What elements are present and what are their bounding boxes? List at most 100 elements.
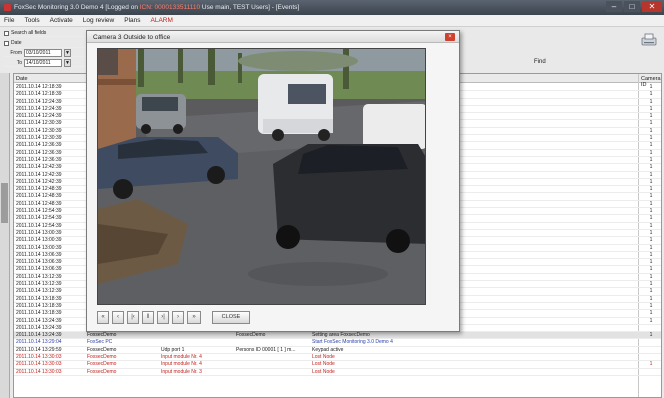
date-checkbox[interactable] <box>4 40 9 46</box>
camera-id-cell: 1 <box>649 142 653 149</box>
date-cell: 2011.10.14 13:12:39 <box>16 273 62 280</box>
user-cell: FoxsecDemo <box>87 353 117 360</box>
camera-id-cell: 1 <box>649 91 653 98</box>
table-row[interactable]: 2011.10.14 13:30:03 FoxsecDemo Input modul… <box>14 368 661 376</box>
scroll-thumb[interactable] <box>1 183 8 223</box>
event-cell: Setting area FoxsecDemo <box>312 332 370 339</box>
menu-plans[interactable]: Plans <box>124 17 140 24</box>
app-icon <box>4 4 11 11</box>
to-date-field[interactable]: 14/10/2011 <box>24 59 62 68</box>
date-cell: 2011.10.14 13:00:39 <box>16 229 62 236</box>
date-cell: 2011.10.14 12:18:39 <box>16 84 62 90</box>
table-row[interactable]: 2011.10.14 13:30:03 FoxsecDemo Input modul… <box>14 361 661 369</box>
column-date[interactable]: Date <box>16 76 28 82</box>
maximize-icon[interactable]: □ <box>624 1 640 12</box>
date-cell: 2011.10.14 12:36:39 <box>16 142 62 149</box>
date-cell: 2011.10.14 12:30:39 <box>16 120 62 127</box>
table-row[interactable]: 2011.10.14 13:29:04 FoxSec PC Start FoxSec… <box>14 339 661 347</box>
close-button[interactable]: CLOSE <box>212 310 250 324</box>
date-cell: 2011.10.14 12:48:39 <box>16 200 62 207</box>
to-label: To <box>16 59 22 66</box>
camera-id-cell: 1 <box>649 164 653 171</box>
date-group-label: Date <box>11 40 22 47</box>
title-bar: FoxSec Monitoring 3.0 Demo 4 [Logged on … <box>0 0 664 15</box>
date-cell: 2011.10.14 12:48:39 <box>16 193 62 200</box>
menu-tools[interactable]: Tools <box>24 17 39 24</box>
date-cell: 2011.10.14 13:18:39 <box>16 295 62 302</box>
pause-button[interactable]: ‖ <box>142 310 154 324</box>
forward-button[interactable]: › <box>172 310 184 324</box>
date-cell: 2011.10.14 13:24:39 <box>16 317 62 324</box>
camera-id-cell: 1 <box>649 127 653 134</box>
event-cell: Lost Node <box>312 353 335 360</box>
camera-id-cell: 1 <box>649 149 653 156</box>
date-cell: 2011.10.14 13:18:39 <box>16 310 62 317</box>
date-cell: 2011.10.14 13:12:39 <box>16 281 62 288</box>
scanner-icon[interactable] <box>640 32 658 48</box>
menu-alarm[interactable]: ALARM <box>151 17 173 24</box>
find-label: Find <box>534 59 546 65</box>
from-dropdown-icon[interactable]: ▼ <box>64 48 71 57</box>
dialog-close-icon[interactable]: × <box>445 33 455 41</box>
table-row[interactable]: 2011.10.14 13:24:39 FoxsecDemo FoxsecDemo S… <box>14 332 661 340</box>
title-suffix: Use main, TEST Users] - [Events] <box>201 4 300 11</box>
unit-cell: Input module Nr. 3 <box>161 368 202 375</box>
find-bar: Find <box>460 56 660 68</box>
camera-id-cell: 1 <box>649 105 653 112</box>
date-cell: 2011.10.14 13:00:39 <box>16 237 62 244</box>
date-cell: 2011.10.14 13:06:39 <box>16 251 62 258</box>
search-all-checkbox[interactable] <box>4 30 9 36</box>
camera-id-cell: 1 <box>649 215 653 222</box>
date-cell: 2011.10.14 13:06:39 <box>16 259 62 266</box>
dialog-title: Camera 3 Outside to office <box>93 33 171 41</box>
prev-frame-button[interactable]: |‹ <box>127 310 139 324</box>
window-buttons: – □ ✕ <box>606 1 662 12</box>
menu-file[interactable]: File <box>4 17 14 24</box>
user-cell: FoxSec PC <box>87 339 113 346</box>
date-cell: 2011.10.14 12:48:39 <box>16 186 62 193</box>
dialog-title-bar: Camera 3 Outside to office × <box>87 31 459 43</box>
menu-log-review[interactable]: Log review <box>83 17 114 24</box>
date-cell: 2011.10.14 12:36:39 <box>16 149 62 156</box>
date-cell: 2011.10.14 12:36:39 <box>16 156 62 163</box>
user-cell: FoxsecDemo <box>87 332 117 339</box>
menu-bar: File Tools Activate Log review Plans ALA… <box>0 15 664 27</box>
left-scrollbar[interactable] <box>0 73 10 398</box>
camera-id-cell: 1 <box>649 156 653 163</box>
camera-id-cell: 1 <box>649 171 653 178</box>
filter-panel: Search all fields Date From 03/10/2011 ▼… <box>4 30 86 74</box>
camera-id-cell: 1 <box>649 98 653 105</box>
date-cell: 2011.10.14 12:24:39 <box>16 98 62 105</box>
camera-id-cell: 1 <box>649 222 653 229</box>
minimize-icon[interactable]: – <box>606 1 622 12</box>
forward-fast-button[interactable]: » <box>187 310 201 324</box>
date-cell: 2011.10.14 13:12:39 <box>16 288 62 295</box>
camera-id-cell: 1 <box>649 302 653 309</box>
camera-id-cell: 1 <box>649 120 653 127</box>
unit-cell: Input module Nr. 4 <box>161 353 202 360</box>
user-cell: FoxsecDemo <box>87 368 117 375</box>
next-frame-button[interactable]: ›| <box>157 310 169 324</box>
date-cell: 2011.10.14 13:24:39 <box>16 332 62 339</box>
date-cell: 2011.10.14 12:24:39 <box>16 105 62 112</box>
date-cell: 2011.10.14 12:30:39 <box>16 127 62 134</box>
from-date-field[interactable]: 03/10/2011 <box>24 48 62 57</box>
camera-id-cell: 1 <box>649 266 653 273</box>
camera-scene-image <box>98 49 425 304</box>
camera-id-cell: 1 <box>649 310 653 317</box>
window-title: FoxSec Monitoring 3.0 Demo 4 [Logged on … <box>14 4 299 11</box>
rewind-fast-button[interactable]: « <box>97 310 109 324</box>
date-cell: 2011.10.14 12:24:39 <box>16 113 62 120</box>
rewind-button[interactable]: ‹ <box>112 310 124 324</box>
camera-id-cell: 1 <box>649 237 653 244</box>
date-cell: 2011.10.14 12:54:39 <box>16 222 62 229</box>
date-cell: 2011.10.14 13:06:39 <box>16 266 62 273</box>
table-row[interactable]: 2011.10.14 13:29:59 FoxsecDemo Udp port 1 P… <box>14 347 661 354</box>
to-dropdown-icon[interactable]: ▼ <box>64 59 71 68</box>
from-label: From <box>10 49 22 56</box>
event-cell: Lost Node <box>312 361 335 368</box>
table-row[interactable]: 2011.10.14 13:30:03 FoxsecDemo Input modul… <box>14 353 661 362</box>
close-icon[interactable]: ✕ <box>642 1 662 12</box>
date-cell: 2011.10.14 13:00:39 <box>16 244 62 251</box>
menu-activate[interactable]: Activate <box>50 17 73 24</box>
